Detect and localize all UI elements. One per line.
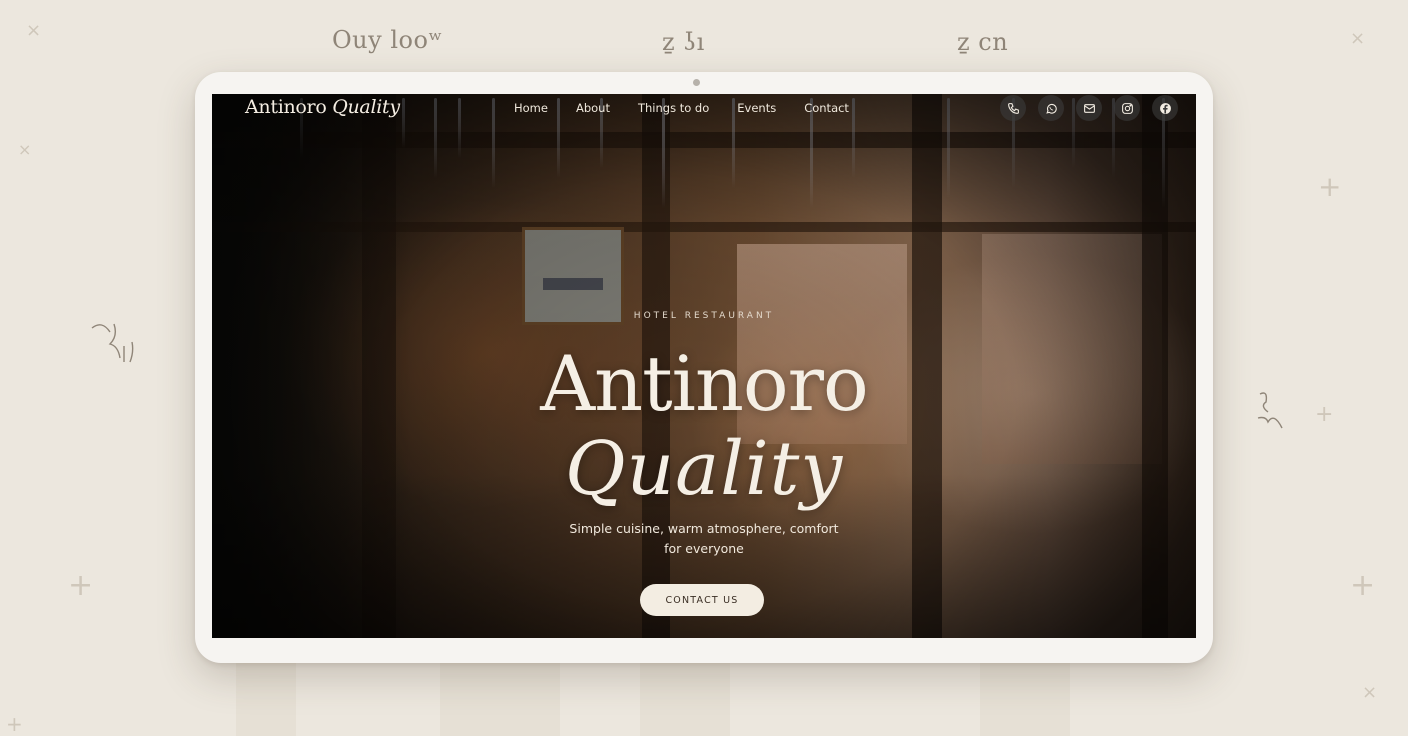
- cross-mark-icon: ×: [1350, 28, 1366, 49]
- plus-mark-icon: +: [1315, 402, 1334, 427]
- hero-section: HOTEL RESTAURANT Antinoro Quality Simple…: [212, 94, 1196, 638]
- hero-eyebrow: HOTEL RESTAURANT: [633, 311, 775, 321]
- website-screen: Antinoro Quality Home About Things to do…: [212, 94, 1196, 638]
- hero-title: Antinoro: [540, 339, 868, 428]
- plus-mark-icon: +: [6, 712, 23, 736]
- contact-us-button[interactable]: CONTACT US: [640, 584, 764, 616]
- bg-doodle-icon: [1257, 392, 1283, 429]
- bg-column: [640, 656, 730, 736]
- plus-mark-icon: +: [68, 568, 94, 603]
- cross-mark-icon: ×: [18, 140, 32, 159]
- hero-tagline: Simple cuisine, warm atmosphere, comfort…: [569, 521, 839, 556]
- tablet-frame: Antinoro Quality Home About Things to do…: [195, 72, 1213, 663]
- bg-scribble: ẕ ʖı: [662, 28, 705, 56]
- bg-scribble: ẕ cn: [957, 28, 1009, 56]
- bg-scribble: Ouy looʷ: [332, 26, 443, 54]
- bg-doodle-icon: [91, 323, 134, 363]
- bg-column: [236, 656, 296, 736]
- cross-mark-icon: ×: [1362, 682, 1378, 703]
- camera-dot: [693, 79, 700, 86]
- hero-title-script: Quality: [564, 426, 844, 512]
- plus-mark-icon: +: [1350, 568, 1376, 603]
- bg-column: [440, 656, 560, 736]
- bg-column: [980, 656, 1070, 736]
- plus-mark-icon: +: [1318, 170, 1342, 203]
- cross-mark-icon: ×: [26, 20, 42, 41]
